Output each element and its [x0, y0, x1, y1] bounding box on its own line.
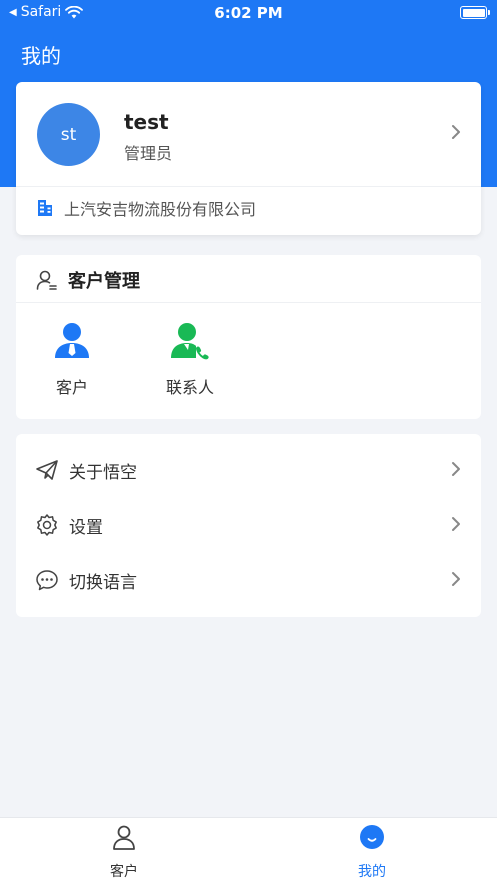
company-name: 上汽安吉物流股份有限公司: [64, 200, 257, 219]
menu-item-settings-label: 设置: [69, 518, 103, 538]
person-icon: [113, 825, 135, 850]
contact-phone-icon: [171, 323, 209, 360]
chevron-right-icon: [452, 462, 460, 476]
chevron-right-icon: [452, 517, 460, 531]
tab-customer-label: 客户: [110, 864, 138, 880]
menu-item-language-label: 切换语言: [69, 573, 137, 593]
user-list-icon: [36, 270, 57, 290]
tab-mine[interactable]: 我的: [322, 824, 422, 881]
gear-icon: [37, 514, 57, 536]
battery-icon: [460, 6, 490, 19]
tab-bar: 客户 我的: [0, 817, 497, 883]
menu-item-about[interactable]: 关于悟空: [16, 442, 481, 497]
tab-mine-label: 我的: [358, 864, 386, 880]
contact-entry-label: 联系人: [165, 378, 214, 397]
menu-item-about-label: 关于悟空: [69, 463, 137, 483]
customer-icon: [55, 323, 89, 358]
user-role: 管理员: [124, 144, 173, 163]
section-header: 客户管理: [36, 267, 140, 293]
status-bar: ◀ Safari 6:02 PM: [0, 0, 497, 26]
menu-item-settings[interactable]: 设置: [16, 497, 481, 552]
customer-management-card: 客户管理 客户 联系人: [16, 255, 481, 419]
customer-entry-label: 客户: [55, 378, 88, 397]
status-time: 6:02 PM: [214, 4, 283, 22]
menu-item-language[interactable]: 切换语言: [16, 552, 481, 607]
chevron-right-icon: [452, 125, 460, 139]
company-row: 上汽安吉物流股份有限公司: [36, 196, 256, 220]
avatar: st: [37, 103, 100, 166]
chevron-right-icon: [452, 572, 460, 586]
contact-entry[interactable]: 联系人: [150, 321, 230, 398]
profile-divider: [16, 186, 481, 187]
section-divider: [16, 302, 481, 303]
building-icon: [38, 200, 52, 216]
customer-entry[interactable]: 客户: [32, 321, 112, 398]
page-title: 我的: [21, 44, 61, 68]
section-title: 客户管理: [68, 271, 140, 292]
user-name: test: [124, 110, 169, 134]
paper-plane-icon: [36, 460, 58, 480]
chat-bubble-icon: [36, 570, 58, 591]
menu-card: 关于悟空 设置 切换语言: [16, 434, 481, 617]
smile-icon: [360, 825, 384, 849]
tab-customer[interactable]: 客户: [74, 824, 174, 881]
profile-card[interactable]: st test 管理员 上汽安吉物流股份有限公司: [16, 82, 481, 235]
avatar-initials: st: [60, 124, 77, 145]
